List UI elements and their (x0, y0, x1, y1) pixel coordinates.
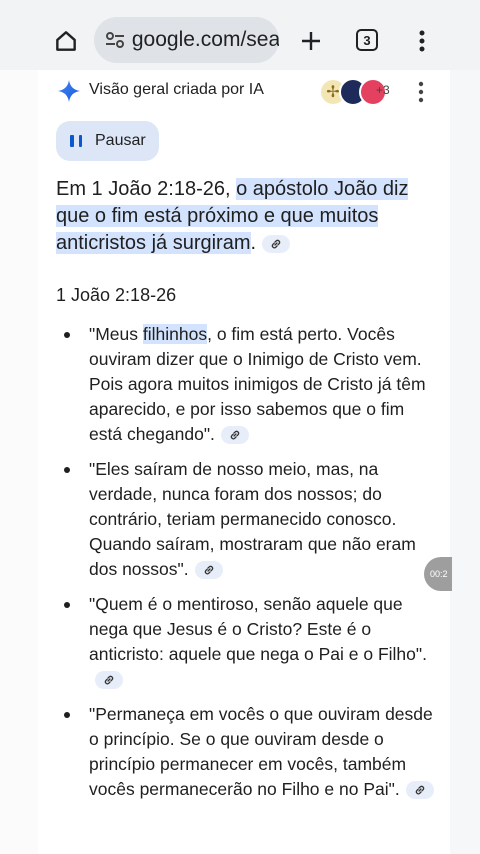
browser-toolbar: google.com/search 3 (0, 10, 480, 70)
bullet-text: "Meus (89, 324, 143, 344)
pause-label: Pausar (95, 132, 146, 149)
list-item: "Eles saíram de nosso meio, mas, na verd… (56, 457, 436, 582)
pause-button[interactable]: Pausar (56, 121, 159, 161)
address-bar[interactable]: google.com/search (94, 17, 279, 63)
list-item: "Permaneça em vocês o que ouviram desde … (56, 702, 436, 802)
page-left-margin (0, 0, 38, 854)
verse-list: "Meus filhinhos, o fim está perto. Vocês… (56, 322, 436, 812)
plus-icon (302, 32, 320, 50)
screen-recorder-timer[interactable]: 00:2 (424, 557, 452, 591)
source-link-chip[interactable] (405, 781, 434, 800)
more-sources-count[interactable]: +3 (376, 83, 390, 97)
source-link-chip[interactable] (220, 426, 249, 445)
section-heading: 1 João 2:18-26 (56, 285, 177, 305)
list-item: "Quem é o mentiroso, senão aquele que ne… (56, 592, 436, 692)
summary-prefix: Em 1 João 2:18-26, (56, 178, 237, 200)
source-link-chip[interactable] (194, 561, 223, 580)
home-icon (56, 31, 76, 51)
ai-summary: Em 1 João 2:18-26, o apóstolo João diz q… (56, 176, 436, 257)
summary-suffix: . (250, 232, 257, 254)
pause-icon (70, 135, 82, 147)
new-tab-button[interactable] (296, 26, 326, 56)
source-link-chip[interactable] (95, 671, 123, 690)
url-text: google.com/search (131, 28, 279, 51)
bullet-text: "Eles saíram de nosso meio, mas, na verd… (89, 459, 416, 579)
list-item: "Meus filhinhos, o fim está perto. Vocês… (56, 322, 436, 447)
link-icon (230, 431, 240, 440)
source-link-chip[interactable] (262, 234, 291, 253)
link-icon (204, 566, 213, 575)
tab-switcher-button[interactable]: 3 (356, 29, 378, 51)
link-icon (104, 676, 114, 685)
ai-sparkle-icon (58, 80, 80, 102)
highlighted-word[interactable]: filhinhos (142, 324, 208, 344)
link-icon (271, 239, 281, 249)
more-vert-icon[interactable] (416, 81, 426, 103)
status-bar (0, 0, 480, 10)
ai-overview-title: Visão geral criada por IA (89, 81, 264, 98)
tab-count: 3 (363, 32, 371, 48)
more-vert-icon (419, 30, 425, 52)
ai-overview-header: Visão geral criada por IA ✢ +3 (38, 70, 450, 114)
page-right-margin (450, 0, 480, 854)
search-results-content: Visão geral criada por IA ✢ +3 Pausar Em… (38, 70, 450, 854)
link-icon (415, 786, 424, 795)
bullet-text: "Permaneça em vocês o que ouviram desde … (89, 704, 433, 799)
bullet-text: "Quem é o mentiroso, senão aquele que ne… (89, 594, 427, 664)
home-button[interactable] (48, 26, 84, 56)
site-settings-icon[interactable] (104, 29, 126, 51)
overflow-menu-button[interactable] (412, 26, 432, 56)
